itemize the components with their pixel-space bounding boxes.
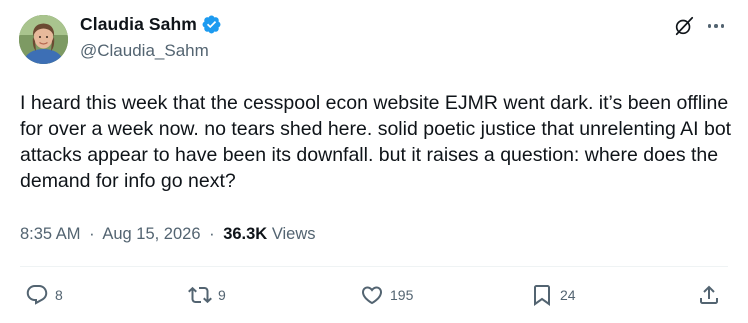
views-count: 36.3K xyxy=(223,225,268,243)
reply-icon xyxy=(26,285,48,305)
reply-button[interactable]: 8 xyxy=(25,283,63,307)
share-icon xyxy=(700,285,718,304)
bookmark-button[interactable]: 24 xyxy=(530,283,576,307)
more-icon[interactable] xyxy=(703,13,729,39)
avatar[interactable] xyxy=(19,15,68,64)
like-button[interactable]: 195 xyxy=(360,283,413,307)
divider xyxy=(20,266,728,267)
share-button[interactable] xyxy=(697,283,721,307)
verified-badge-icon xyxy=(201,14,222,35)
tweet-time[interactable]: 8:35 AM xyxy=(20,225,81,243)
tweet-text: I heard this week that the cesspool econ… xyxy=(20,92,732,192)
like-count: 195 xyxy=(390,287,414,303)
bookmark-icon xyxy=(534,285,550,306)
like-icon xyxy=(361,286,383,305)
bookmark-count: 24 xyxy=(560,287,576,303)
author-display-name[interactable]: Claudia Sahm xyxy=(80,14,197,35)
author-name-row[interactable]: Claudia Sahm xyxy=(80,14,222,35)
repost-icon xyxy=(188,286,212,304)
tweet-date[interactable]: Aug 15, 2026 xyxy=(102,225,200,243)
author-handle[interactable]: @Claudia_Sahm xyxy=(80,41,209,61)
grok-icon[interactable] xyxy=(671,13,697,39)
meta-separator: · xyxy=(89,225,95,243)
action-bar: 8 9 195 24 xyxy=(0,283,748,313)
reply-count: 8 xyxy=(55,287,63,303)
repost-count: 9 xyxy=(218,287,226,303)
repost-button[interactable]: 9 xyxy=(188,283,226,307)
tweet-meta: 8:35 AM · Aug 15, 2026 · 36.3K Views xyxy=(20,225,316,244)
meta-separator: · xyxy=(209,225,215,243)
views-label: Views xyxy=(271,225,316,243)
